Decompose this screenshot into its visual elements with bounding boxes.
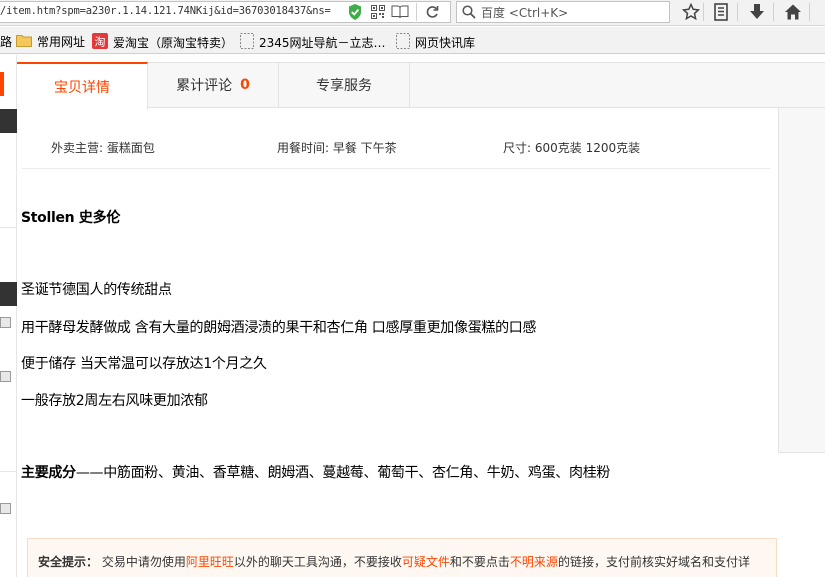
safety-text-part: 交易中请勿使用 [101,555,186,569]
safety-text-part: 以外的聊天工具沟通，不要接收 [233,555,402,569]
bookmark-label: 网页快讯库 [415,36,476,50]
sidebar-divider [0,227,17,228]
bookmark-folder-common[interactable]: 常用网址 [16,33,85,50]
search-placeholder[interactable]: 百度 <Ctrl+K> [481,4,568,21]
bookmarks-library-icon[interactable] [709,1,733,23]
safety-text-part: 和不要点击 [449,555,510,569]
bookmark-label: 常用网址 [37,35,86,49]
taobao-icon: 淘 [92,33,108,52]
home-icon[interactable] [781,1,805,23]
bookmarks-toolbar: 路 常用网址 淘 爱淘宝（原淘宝特卖） 2345网址导航－立志… 网页快讯库 [0,27,825,54]
sidebar-dark-block[interactable] [0,282,17,306]
safety-label: 安全提示： [38,555,99,569]
description-line: 便于储存 当天常温可以存放达1个月之久 [21,356,267,372]
qr-code-icon[interactable] [370,4,386,20]
sidebar-checkbox[interactable] [0,317,11,328]
description-line: 一般存放2周左右风味更加浓郁 [21,393,208,409]
bookmark-label: 爱淘宝（原淘宝特卖） [113,36,234,50]
ingredients-text: ——中筋面粉、黄油、香草糖、朗姆酒、蔓越莓、葡萄干、杏仁角、牛奶、鸡蛋、肉桂粉 [75,465,611,481]
attribute-item: 尺寸: 600克装 1200克装 [503,141,641,155]
ingredients-label: 主要成分 [21,465,76,481]
product-title: Stollen 史多伦 [21,210,121,226]
page-icon [396,33,410,52]
bookmark-2345[interactable]: 2345网址导航－立志… [240,33,386,52]
safety-text: 安全提示： 交易中请勿使用阿里旺旺以外的聊天工具沟通，不要接收可疑文件和不要点击… [38,553,750,570]
search-icon[interactable] [461,4,477,20]
page-content: 宝贝详情 累计评论 0 专享服务 外卖主营: 蛋糕面包 用餐时间: 早餐 下午茶… [0,55,825,577]
attribute-item: 外卖主营: 蛋糕面包 [51,141,155,155]
reader-mode-icon[interactable] [391,4,409,20]
bookmark-label: 2345网址导航－立志… [259,36,386,50]
review-count: 0 [240,77,250,93]
tab-item-details[interactable]: 宝贝详情 [17,62,148,109]
bookmark-snippets[interactable]: 网页快讯库 [396,33,475,52]
suspicious-file-link[interactable]: 可疑文件 [402,555,450,569]
toolbar-separator [809,3,810,21]
sidebar-dark-block[interactable] [0,109,17,133]
bookmark-aitaobao[interactable]: 淘 爱淘宝（原淘宝特卖） [92,33,233,52]
safety-text-part: 的链接，支付前核实好域名和支付详 [557,555,750,569]
sidebar-checkbox[interactable] [0,503,11,514]
bookmark-item[interactable]: 路 [0,33,12,50]
tab-label: 宝贝详情 [54,79,110,96]
browser-navbar: /item.htm?spm=a230r.1.14.121.74NKij&id=3… [0,0,825,26]
left-sidebar-fragment [0,55,17,577]
toolbar-separator [416,3,417,21]
toolbar-separator [703,3,704,21]
shield-icon[interactable] [347,3,363,21]
toolbar-separator [773,3,774,21]
sidebar-divider [0,471,17,472]
star-bookmark-icon[interactable] [679,1,703,23]
attribute-item: 用餐时间: 早餐 下午茶 [277,141,397,155]
unknown-source-link[interactable]: 不明来源 [510,555,558,569]
bookmark-label: 路 [0,35,13,49]
ingredients-line: 主要成分——中筋面粉、黄油、香草糖、朗姆酒、蔓越莓、葡萄干、杏仁角、牛奶、鸡蛋、… [21,462,610,482]
search-box[interactable]: 百度 <Ctrl+K> [456,1,670,23]
toolbar-separator [737,3,738,21]
address-text[interactable]: /item.htm?spm=a230r.1.14.121.74NKij&id=3… [0,5,331,17]
wangwang-link[interactable]: 阿里旺旺 [186,555,234,569]
tab-label: 专享服务 [316,78,372,94]
attribute-divider [22,168,770,169]
tab-services[interactable]: 专享服务 [279,62,410,108]
sidebar-checkbox[interactable] [0,371,11,382]
download-icon[interactable] [745,1,769,23]
safety-notice: 安全提示： 交易中请勿使用阿里旺旺以外的聊天工具沟通，不要接收可疑文件和不要点击… [27,538,777,577]
tab-label: 累计评论 [176,78,233,94]
description-line: 用干酵母发酵做成 含有大量的朗姆酒浸渍的果干和杏仁角 口感厚重更加像蛋糕的口感 [21,320,537,336]
description-line: 圣诞节德国人的传统甜点 [21,282,172,298]
sidebar-accent [0,72,4,96]
reload-icon[interactable] [424,4,440,20]
detail-tabs: 宝贝详情 累计评论 0 专享服务 [17,62,825,109]
folder-icon [16,34,32,50]
svg-text:淘: 淘 [95,36,106,49]
page-icon [240,33,254,52]
right-panel [778,108,825,453]
tab-reviews[interactable]: 累计评论 0 [148,62,279,108]
